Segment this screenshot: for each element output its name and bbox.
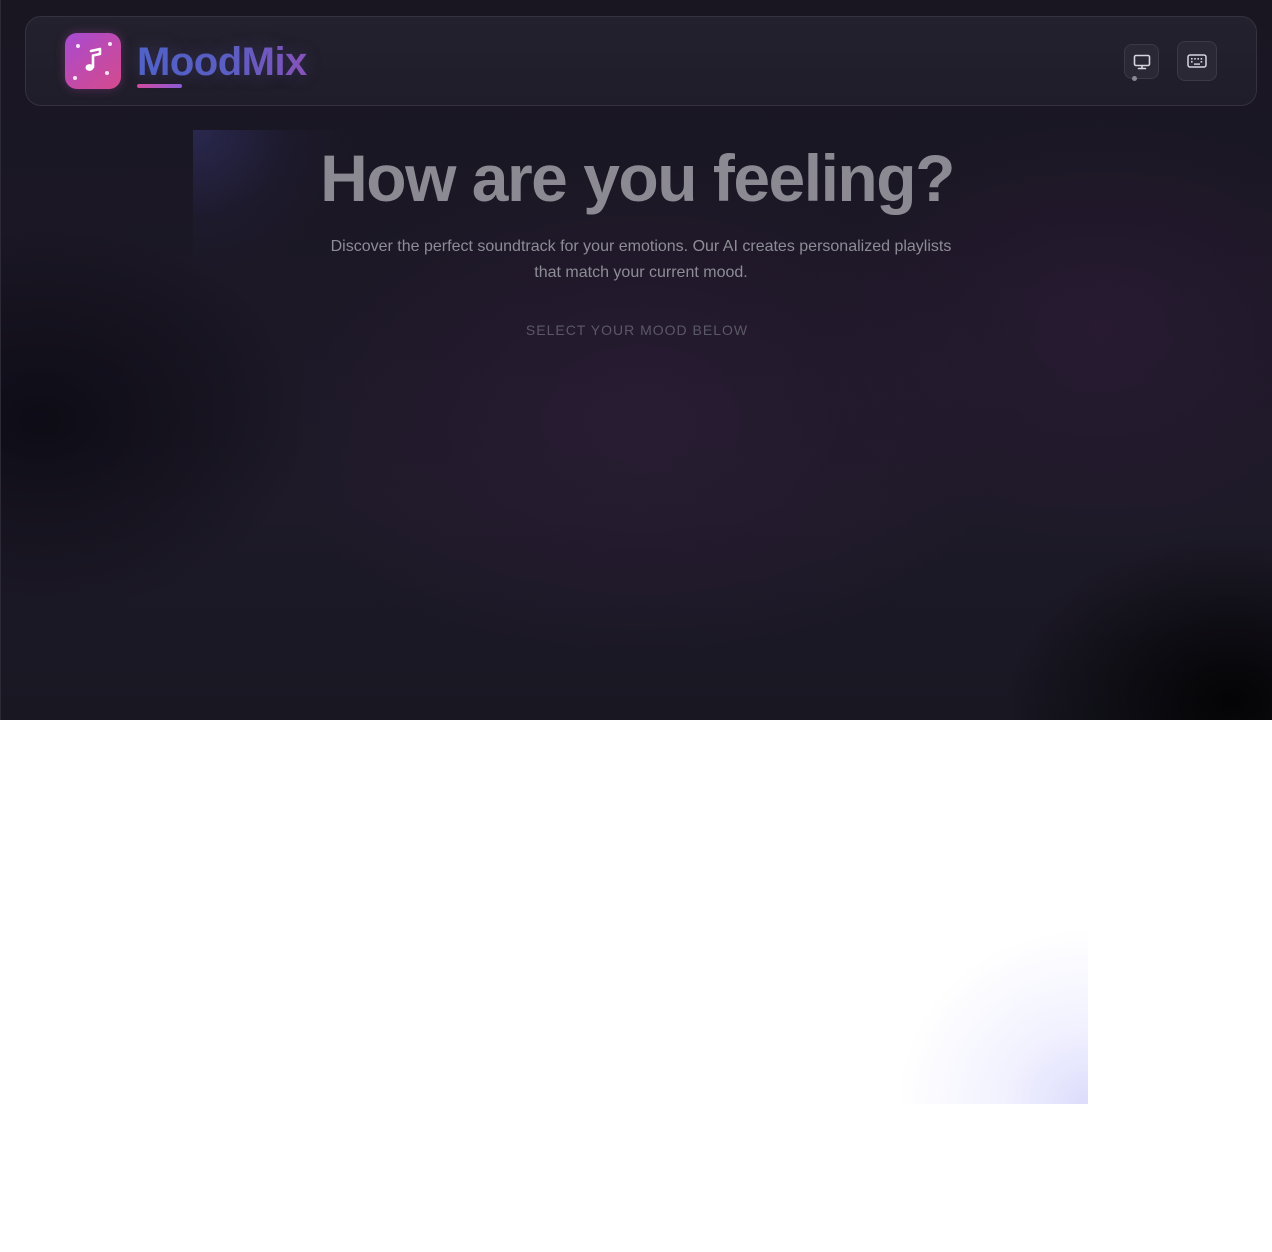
decorative-corner-glow bbox=[900, 912, 1088, 1104]
keyboard-icon bbox=[1187, 54, 1207, 68]
logo-sparkle bbox=[73, 76, 77, 80]
active-indicator-dot bbox=[1132, 76, 1137, 81]
keyboard-shortcuts-button[interactable] bbox=[1177, 41, 1217, 81]
subtitle-line: Discover the perfect soundtrack for your… bbox=[330, 238, 952, 255]
mood-section-label: SELECT YOUR MOOD BELOW bbox=[525, 322, 749, 338]
top-navigation-bar: MoodMix bbox=[25, 16, 1257, 106]
app-window: MoodMix How are you feeling? Discover th… bbox=[0, 0, 1272, 720]
display-mode-button[interactable] bbox=[1124, 44, 1159, 79]
music-note-icon bbox=[85, 47, 102, 71]
monitor-icon bbox=[1133, 54, 1150, 69]
brand-name[interactable]: MoodMix bbox=[137, 39, 307, 85]
page-subtitle: Discover the perfect soundtrack for your… bbox=[291, 234, 991, 286]
subtitle-line: that match your current mood. bbox=[534, 264, 748, 281]
brand-underline bbox=[137, 84, 182, 88]
app-logo[interactable] bbox=[65, 33, 121, 89]
page-title: How are you feeling? bbox=[320, 141, 955, 215]
logo-sparkle bbox=[108, 42, 112, 46]
